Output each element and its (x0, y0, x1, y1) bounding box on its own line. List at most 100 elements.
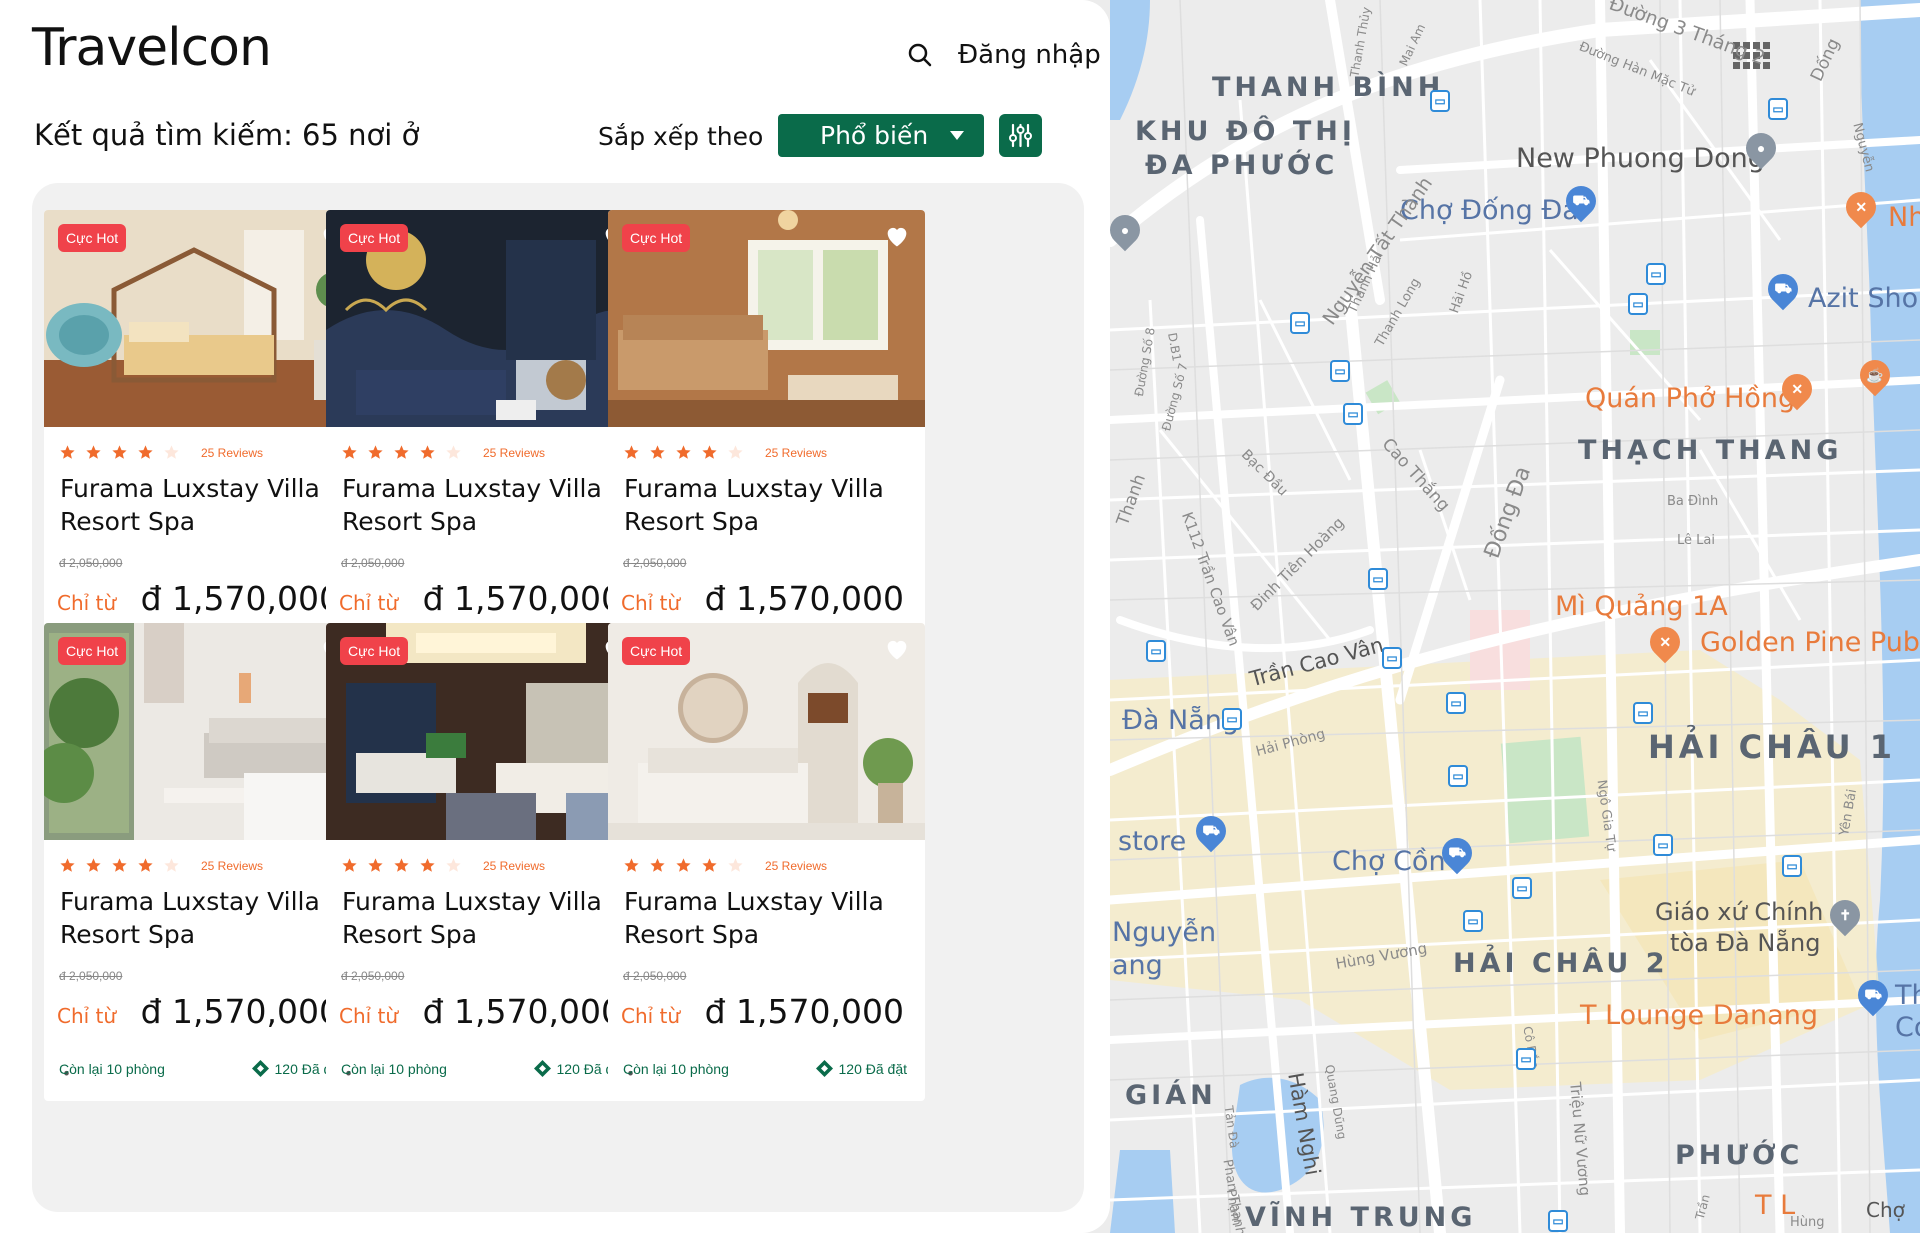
current-price: đ 1,570,000 (704, 992, 904, 1031)
sort-dropdown[interactable]: Phổ biến (778, 114, 984, 157)
star-filled-icon (86, 445, 101, 459)
hotel-name[interactable]: Furama Luxstay Villa Resort Spa (624, 472, 914, 538)
hotel-name[interactable]: Furama Luxstay Villa Resort Spa (60, 472, 350, 538)
bus-stop-icon[interactable]: ▭ (1768, 98, 1788, 120)
hotel-card[interactable]: Cực Hot Da Nang 25 Reviews Furama Luxsta… (326, 210, 643, 688)
bus-stop-icon[interactable]: ▭ (1512, 877, 1532, 899)
price-from-label: Chỉ từ (339, 591, 399, 615)
hotel-name[interactable]: Furama Luxstay Villa Resort Spa (342, 472, 632, 538)
bus-stop-icon[interactable]: ▭ (1548, 1210, 1568, 1232)
map-poi-label[interactable]: Chợ Cồn (1332, 846, 1446, 877)
heart-icon[interactable] (883, 635, 911, 663)
bus-stop-icon[interactable]: ▭ (1382, 647, 1402, 669)
review-count[interactable]: 25 Reviews (483, 446, 545, 460)
app-logo[interactable]: Travelcon (32, 18, 272, 78)
rooms-left: Còn lại 10 phòng (59, 1061, 165, 1077)
result-count-heading: Kết quả tìm kiếm: 65 nơi ở (34, 118, 420, 152)
star-filled-icon (86, 858, 101, 872)
star-filled-icon (676, 858, 691, 872)
hotel-name[interactable]: Furama Luxstay Villa Resort Spa (342, 885, 632, 951)
booked-text: 120 Đã đặt (838, 1060, 908, 1077)
star-empty-icon (446, 858, 461, 872)
map-district-label: HẢI CHÂU 2 (1453, 948, 1669, 979)
review-count[interactable]: 25 Reviews (201, 859, 263, 873)
map-district-label: THANH BÌNH (1212, 72, 1445, 103)
price-from-label: Chỉ từ (57, 1004, 117, 1028)
map-poi-label[interactable]: Nguyễn (1112, 917, 1216, 948)
hotel-card[interactable]: Cực Hot Da Nang 25 Reviews Furama Luxsta… (44, 623, 361, 1101)
filter-button[interactable] (999, 114, 1042, 157)
star-filled-icon (394, 445, 409, 459)
bus-stop-icon[interactable]: ▭ (1628, 293, 1648, 315)
star-rating (59, 857, 180, 874)
hot-badge: Cực Hot (340, 224, 409, 252)
star-empty-icon (446, 445, 461, 459)
star-filled-icon (60, 858, 75, 872)
heart-icon[interactable] (883, 222, 911, 250)
review-count[interactable]: 25 Reviews (201, 446, 263, 460)
bus-stop-icon[interactable]: ▭ (1368, 568, 1388, 590)
star-filled-icon (342, 445, 357, 459)
hotel-card[interactable]: Cực Hot Da Nang 25 Reviews Furama Luxsta… (44, 210, 361, 688)
sort-dropdown-value: Phổ biến (820, 121, 929, 150)
bus-stop-icon[interactable]: ▭ (1653, 834, 1673, 856)
map-poi-label[interactable]: Giáo xứ Chính (1655, 898, 1823, 926)
star-filled-icon (368, 445, 383, 459)
search-icon[interactable] (905, 40, 935, 70)
bus-stop-icon[interactable]: ▭ (1782, 855, 1802, 877)
star-filled-icon (702, 445, 717, 459)
map-district-label: THẠCH THANG (1578, 435, 1843, 466)
bus-stop-icon[interactable]: ▭ (1516, 1048, 1536, 1070)
review-count[interactable]: 25 Reviews (765, 446, 827, 460)
map-poi-label[interactable]: Mì Quảng 1A (1555, 591, 1728, 622)
bus-stop-icon[interactable]: ▭ (1330, 360, 1350, 382)
map-poi-label[interactable]: Chợ (1866, 1198, 1905, 1222)
original-price: đ 2,050,000 (341, 556, 405, 570)
star-filled-icon (420, 858, 435, 872)
star-filled-icon (624, 858, 639, 872)
map-poi-label[interactable]: Quán Phở Hồng (1585, 383, 1795, 414)
map-poi-label[interactable]: tòa Đà Nẵng (1670, 929, 1820, 957)
star-rating (341, 444, 462, 461)
bus-stop-icon[interactable]: ▭ (1448, 765, 1468, 787)
map-poi-label[interactable]: store (1118, 826, 1186, 857)
map-poi-label[interactable]: ang (1112, 950, 1163, 981)
star-filled-icon (676, 445, 691, 459)
map-district-label: PHƯỚC (1675, 1140, 1804, 1171)
review-count[interactable]: 25 Reviews (765, 859, 827, 873)
map-poi-label[interactable]: T Lounge Danang (1580, 1000, 1818, 1031)
star-empty-icon (728, 858, 743, 872)
star-filled-icon (368, 858, 383, 872)
listing-grid: Cực Hot Da Nang 25 Reviews Furama Luxsta… (32, 183, 1084, 1212)
hot-badge: Cực Hot (58, 224, 127, 252)
hotel-card[interactable]: Cực Hot Da Nang 25 Reviews Furama Luxsta… (326, 623, 643, 1101)
bus-stop-icon[interactable]: ▭ (1463, 910, 1483, 932)
sort-label: Sắp xếp theo (598, 122, 764, 151)
star-filled-icon (420, 445, 435, 459)
map-district-label: ĐA PHƯỚC (1145, 150, 1339, 181)
bus-stop-icon[interactable]: ▭ (1146, 640, 1166, 662)
map-poi-label[interactable]: Azit Shop (1808, 283, 1920, 314)
bus-stop-icon[interactable]: ▭ (1343, 403, 1363, 425)
bus-stop-icon[interactable]: ▭ (1646, 263, 1666, 285)
price-from-label: Chỉ từ (339, 1004, 399, 1028)
hotel-card[interactable]: Cực Hot Da Nang 25 Reviews Furama Luxsta… (608, 210, 925, 688)
hotel-card[interactable]: Cực Hot Da Nang 25 Reviews Furama Luxsta… (608, 623, 925, 1101)
hotel-name[interactable]: Furama Luxstay Villa Resort Spa (624, 885, 914, 951)
map-poi-label[interactable]: Nhà (1888, 202, 1920, 233)
bus-stop-icon[interactable]: ▭ (1222, 708, 1242, 730)
map-poi-label[interactable]: Co (1895, 1012, 1920, 1043)
login-link[interactable]: Đăng nhập (958, 40, 1101, 70)
review-count[interactable]: 25 Reviews (483, 859, 545, 873)
current-price: đ 1,570,000 (140, 579, 340, 618)
star-filled-icon (394, 858, 409, 872)
bus-stop-icon[interactable]: ▭ (1290, 312, 1310, 334)
map-district-label: VĨNH TRUNG (1245, 1202, 1477, 1233)
bus-stop-icon[interactable]: ▭ (1633, 702, 1653, 724)
bus-stop-icon[interactable]: ▭ (1446, 692, 1466, 714)
map-poi-label[interactable]: Golden Pine Pub (1700, 627, 1920, 658)
bus-stop-icon[interactable]: ▭ (1430, 90, 1450, 112)
map-poi-label[interactable]: Th (1895, 980, 1920, 1011)
hotel-name[interactable]: Furama Luxstay Villa Resort Spa (60, 885, 350, 951)
map-poi-label[interactable]: New Phuong Dong (1516, 143, 1765, 174)
